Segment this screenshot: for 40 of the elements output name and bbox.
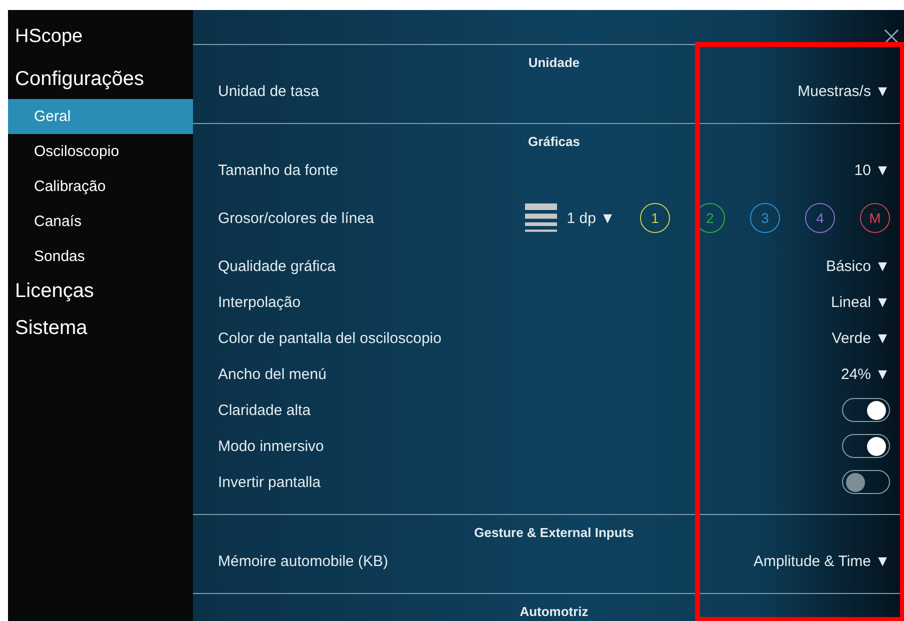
dropdown[interactable]: Lineal ▼	[830, 294, 890, 310]
setting-label: Mémoire automobile (KB)	[218, 552, 388, 570]
dropdown[interactable]: Muestras/s ▼	[798, 82, 890, 100]
line-thickness-icon	[524, 203, 557, 233]
toggle-switch[interactable]	[842, 470, 890, 494]
setting-label: Invertir pantalla	[218, 474, 321, 490]
sidebar-item[interactable]: Calibração	[8, 169, 193, 204]
dropdown[interactable]: 24% ▼	[840, 366, 890, 382]
setting-label: Qualidade gráfica	[218, 258, 336, 274]
section-title: Gráficas	[526, 134, 582, 151]
section-title: Automotriz	[518, 604, 590, 621]
dropdown[interactable]: Verde ▼	[832, 330, 890, 346]
channel-color-button[interactable]: 1	[640, 203, 670, 233]
setting-label: Modo inmersivo	[218, 438, 324, 454]
sidebar-group[interactable]: Licenças	[8, 274, 193, 311]
setting-label: Tamanho da fonte	[218, 162, 338, 178]
app-title: HScope	[14, 26, 84, 49]
setting-label: Unidad de tasa	[218, 82, 319, 100]
section-title: Gesture & External Inputs	[473, 525, 635, 542]
section-title: Unidade	[527, 55, 581, 72]
setting-label: Grosor/colores de línea	[218, 210, 374, 226]
setting-label: Ancho del menú	[218, 366, 326, 382]
setting-label: Claridade alta	[218, 402, 311, 418]
dropdown[interactable]: Amplitude & Time ▼	[753, 552, 890, 570]
sidebar-group[interactable]: Sistema	[8, 311, 193, 348]
sidebar-item[interactable]: Sondas	[8, 239, 193, 274]
toggle-switch[interactable]	[842, 398, 890, 422]
dropdown[interactable]: Básico ▼	[826, 258, 890, 274]
sidebar-item[interactable]: Canaís	[8, 204, 193, 239]
sidebar-group[interactable]: Configurações	[8, 62, 193, 99]
sidebar-item[interactable]: Geral	[8, 99, 193, 134]
dropdown[interactable]: 1 dp ▼	[566, 210, 615, 226]
toggle-switch[interactable]	[842, 434, 890, 458]
sidebar-item[interactable]: Osciloscopio	[8, 134, 193, 169]
channel-color-button[interactable]: M	[860, 203, 890, 233]
channel-color-button[interactable]: 4	[805, 203, 835, 233]
dropdown[interactable]: 10 ▼	[854, 162, 890, 178]
close-icon[interactable]	[884, 29, 899, 44]
setting-label: Color de pantalla del osciloscopio	[218, 330, 442, 346]
setting-label: Interpolação	[218, 294, 301, 310]
